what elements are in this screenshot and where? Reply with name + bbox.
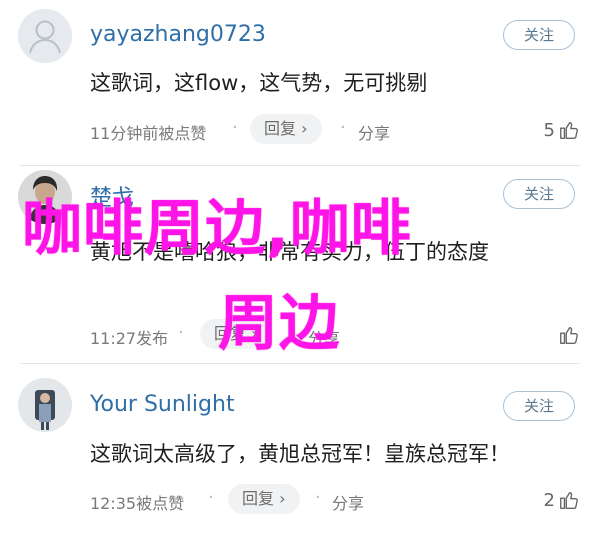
- separator-dot: ·: [232, 117, 238, 138]
- reply-label: 回复: [242, 489, 275, 508]
- comment-meta: 12:35被点赞 · 回复 › · 分享 2: [90, 484, 580, 516]
- avatar[interactable]: [18, 9, 72, 63]
- thumbs-up-icon: [558, 119, 580, 141]
- comment-text: 这歌词太高级了，黄旭总冠军！皇族总冠军！: [90, 442, 510, 466]
- share-button[interactable]: 分享: [358, 120, 390, 144]
- username[interactable]: Your Sunlight: [90, 392, 235, 417]
- overlay-title-line2: 周边: [218, 289, 340, 359]
- default-avatar-icon: [18, 9, 72, 63]
- comment-item: yayazhang0723 关注 这歌词，这flow，这气势，无可挑剔 11分钟…: [0, 0, 600, 165]
- follow-button[interactable]: 关注: [503, 391, 575, 421]
- thumbs-up-icon: [558, 324, 580, 346]
- reply-button[interactable]: 回复 ›: [250, 114, 322, 144]
- follow-button[interactable]: 关注: [503, 20, 575, 50]
- separator-dot: ·: [340, 117, 346, 138]
- username[interactable]: yayazhang0723: [90, 22, 266, 47]
- comment-time: 12:35被点赞: [90, 494, 185, 513]
- comment-meta: 11分钟前被点赞 · 回复 › · 分享 5: [90, 114, 580, 146]
- thumbs-up-icon: [558, 489, 580, 511]
- separator-dot: ·: [208, 487, 214, 508]
- separator-dot: ·: [315, 487, 321, 508]
- reply-button[interactable]: 回复 ›: [228, 484, 300, 514]
- separator-dot: ·: [178, 322, 184, 343]
- comment-item: Your Sunlight 关注 这歌词太高级了，黄旭总冠军！皇族总冠军！ 12…: [0, 364, 600, 534]
- chevron-right-icon: ›: [279, 489, 286, 508]
- like-button[interactable]: [555, 321, 580, 349]
- reply-label: 回复: [264, 119, 297, 138]
- user-photo-icon: [18, 378, 72, 432]
- like-count: 2: [543, 489, 555, 511]
- share-button[interactable]: 分享: [332, 490, 364, 514]
- comment-text: 这歌词，这flow，这气势，无可挑剔: [90, 71, 428, 95]
- like-button[interactable]: 2: [544, 486, 580, 514]
- like-count: 5: [543, 119, 555, 141]
- comment-time: 11:27发布: [90, 329, 169, 348]
- chevron-right-icon: ›: [301, 119, 308, 138]
- overlay-title-line1: 咖啡周边,咖啡: [22, 194, 412, 264]
- avatar[interactable]: [18, 378, 72, 432]
- like-button[interactable]: 5: [544, 116, 580, 144]
- comment-time: 11分钟前被点赞: [90, 124, 207, 143]
- follow-button[interactable]: 关注: [503, 179, 575, 209]
